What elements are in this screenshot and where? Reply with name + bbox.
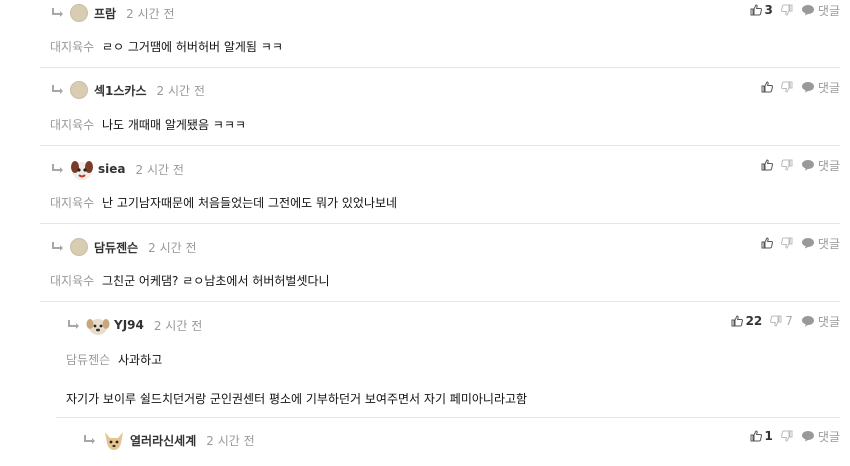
reply-target[interactable]: 대지육수	[50, 40, 94, 54]
comment-item: 섹1스카스 2 시간 전 댓글 대지육수 나도 개때매 알게됐음 ㅋㅋㅋ	[40, 68, 840, 146]
speech-bubble-icon	[801, 316, 814, 327]
thumbs-up-icon	[761, 159, 773, 171]
comment-text: ㄹㅇ 그거땜에 허버허버 알게됨 ㅋㅋ	[102, 40, 283, 54]
like-button[interactable]: 3	[750, 3, 773, 17]
reply-button[interactable]: 댓글	[801, 157, 840, 174]
nickname[interactable]: 담듀젠슨	[94, 239, 138, 256]
nickname[interactable]: siea	[98, 162, 126, 176]
reply-button[interactable]: 댓글	[801, 79, 840, 96]
thumbs-down-icon	[770, 315, 782, 327]
reply-target[interactable]: 대지육수	[50, 274, 94, 288]
like-button[interactable]	[761, 237, 773, 249]
reply-label: 댓글	[817, 80, 840, 95]
nickname[interactable]: 열러라신세계	[130, 432, 196, 449]
thumbs-up-icon	[761, 237, 773, 249]
reply-arrow-icon	[50, 5, 66, 21]
comment-body: 대지육수 나도 개때매 알게됐음 ㅋㅋㅋ	[50, 116, 246, 133]
dislike-button[interactable]: 7	[770, 314, 793, 328]
thumbs-up-icon	[750, 4, 762, 16]
comment-text-line2: 자기가 보이루 쉴드치던거랑 군인권센터 평소에 기부하던거 보여주면서 자기 …	[66, 392, 528, 406]
thumbs-up-icon	[731, 315, 743, 327]
speech-bubble-icon	[801, 82, 814, 93]
reply-label: 댓글	[817, 158, 840, 173]
speech-bubble-icon	[801, 5, 814, 16]
nickname[interactable]: 프람	[94, 5, 116, 22]
nickname[interactable]: YJ94	[114, 318, 144, 332]
speech-bubble-icon	[801, 431, 814, 442]
speech-bubble-icon	[801, 238, 814, 249]
avatar[interactable]	[70, 4, 88, 22]
timestamp: 2 시간 전	[156, 83, 205, 98]
reply-target[interactable]: 대지육수	[50, 118, 94, 132]
comment-item: YJ94 2 시간 전 22 7 댓글 담듀젠슨 사과하고 자기가 보이루 쉴드…	[56, 302, 840, 418]
avatar[interactable]	[70, 238, 88, 256]
reply-button[interactable]: 댓글	[801, 235, 840, 252]
thumbs-up-icon	[761, 81, 773, 93]
like-button[interactable]	[761, 81, 773, 93]
thumbs-down-icon	[780, 159, 793, 171]
reply-arrow-icon	[50, 239, 66, 255]
reply-label: 댓글	[817, 429, 840, 444]
reply-arrow-icon	[82, 432, 98, 448]
dislike-count: 7	[785, 314, 793, 328]
reply-arrow-icon	[50, 161, 66, 177]
like-count: 1	[764, 429, 773, 443]
timestamp: 2 시간 전	[135, 162, 184, 177]
comment-section: 프람 2 시간 전 3 댓글 대지육수 ㄹㅇ 그거땜에 허버허버 알게됨 ㅋㅋ	[0, 0, 850, 466]
timestamp: 2 시간 전	[126, 6, 175, 21]
reply-label: 댓글	[817, 314, 840, 329]
like-count: 22	[745, 314, 763, 328]
comment-text: 사과하고	[118, 353, 163, 367]
dislike-button[interactable]	[780, 4, 793, 16]
reply-button[interactable]: 댓글	[801, 2, 840, 19]
dislike-button[interactable]	[780, 237, 793, 249]
reply-target[interactable]: 담듀젠슨	[66, 353, 110, 367]
thumbs-down-icon	[780, 430, 793, 442]
reply-arrow-icon	[66, 317, 82, 333]
thumbs-up-icon	[750, 430, 762, 442]
thumbs-down-icon	[780, 4, 793, 16]
like-button[interactable]	[761, 159, 773, 171]
avatar[interactable]	[70, 158, 93, 180]
comment-body: 대지육수 그친군 어케댐? ㄹㅇ남초에서 허버허벌셋다니	[50, 272, 330, 289]
thumbs-down-icon	[780, 237, 793, 249]
comment-text: 그친군 어케댐? ㄹㅇ남초에서 허버허벌셋다니	[102, 274, 330, 288]
reply-button[interactable]: 댓글	[801, 313, 840, 330]
avatar[interactable]	[70, 81, 88, 99]
dislike-button[interactable]	[780, 159, 793, 171]
nickname[interactable]: 섹1스카스	[94, 82, 147, 99]
comment-body: 대지육수 ㄹㅇ 그거땜에 허버허버 알게됨 ㅋㅋ	[50, 38, 283, 55]
comment-item: 담듀젠슨 2 시간 전 댓글 대지육수 그친군 어케댐? ㄹㅇ남초에서 허버허벌…	[40, 224, 840, 302]
timestamp: 2 시간 전	[153, 318, 203, 333]
like-button[interactable]: 1	[750, 429, 773, 443]
timestamp: 2 시간 전	[148, 240, 197, 255]
thumbs-down-icon	[780, 81, 793, 93]
comment-body: 담듀젠슨 사과하고	[66, 351, 162, 368]
like-count: 3	[764, 3, 773, 17]
comment-text: 난 고기남자때문에 처음들었는데 그전에도 뭐가 있었나보네	[102, 196, 398, 210]
speech-bubble-icon	[801, 160, 814, 171]
timestamp: 2 시간 전	[206, 433, 255, 448]
avatar[interactable]	[102, 429, 124, 451]
reply-target[interactable]: 대지육수	[50, 196, 94, 210]
comment-item: 프람 2 시간 전 3 댓글 대지육수 ㄹㅇ 그거땜에 허버허버 알게됨 ㅋㅋ	[40, 0, 840, 68]
reply-label: 댓글	[817, 3, 840, 18]
comment-item: siea 2 시간 전 댓글 대지육수 난 고기남자때문에 처음들었는데 그전에…	[40, 146, 840, 224]
comment-body: 대지육수 난 고기남자때문에 처음들었는데 그전에도 뭐가 있었나보네	[50, 194, 397, 211]
like-button[interactable]: 22	[731, 314, 763, 328]
dislike-button[interactable]	[780, 81, 793, 93]
comment-item: 열러라신세계 2 시간 전 1 댓글	[72, 418, 840, 466]
comment-text: 나도 개때매 알게됐음 ㅋㅋㅋ	[102, 118, 246, 132]
avatar[interactable]	[86, 314, 110, 336]
dislike-button[interactable]	[780, 430, 793, 442]
reply-label: 댓글	[817, 236, 840, 251]
reply-arrow-icon	[50, 82, 66, 98]
reply-button[interactable]: 댓글	[801, 428, 840, 445]
